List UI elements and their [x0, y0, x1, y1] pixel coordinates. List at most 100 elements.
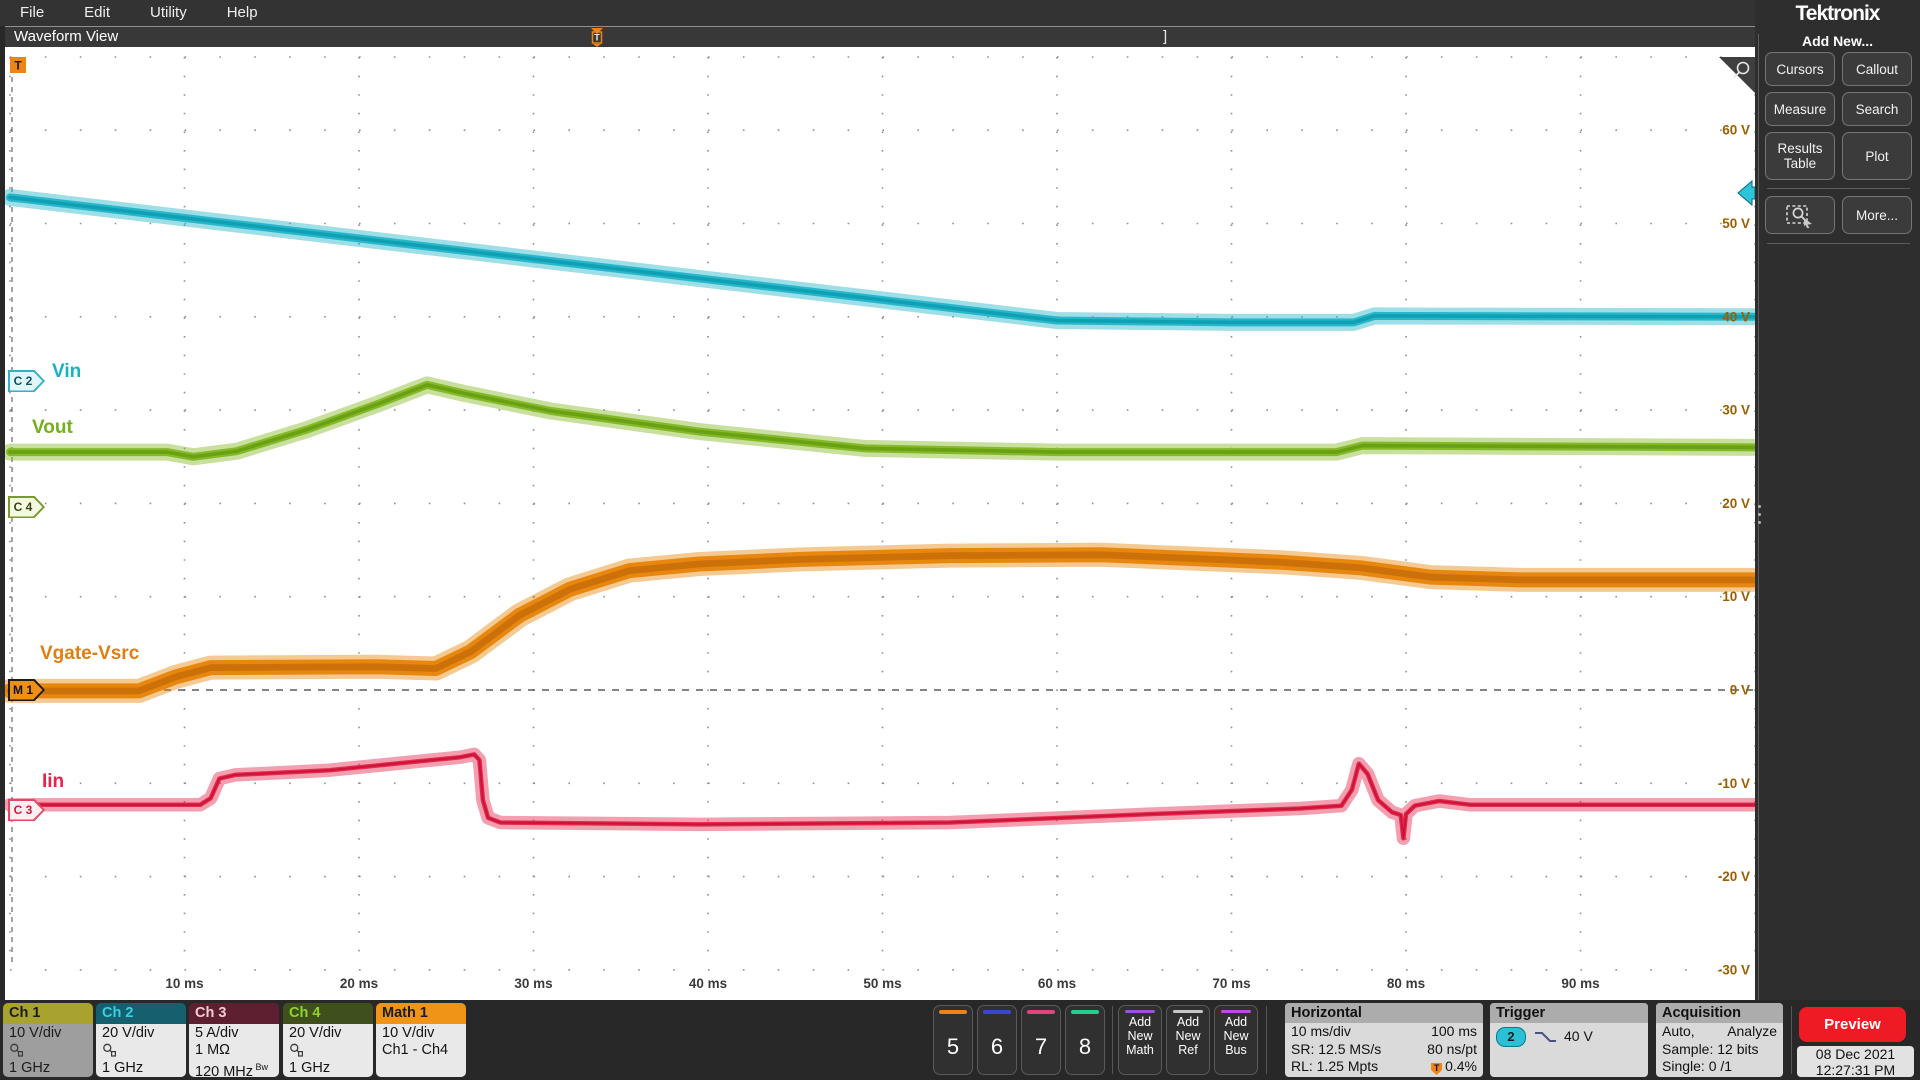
trace-vin	[5, 188, 1755, 331]
zoom-region-button[interactable]	[1765, 196, 1835, 234]
menu-item-utility[interactable]: Utility	[130, 0, 207, 26]
channel-badge-settings: 20 V/div 1 GHz	[283, 1024, 373, 1077]
tektronix-logo: Tektronix	[1795, 2, 1881, 25]
slot-color-stripe	[983, 1010, 1011, 1014]
bottom-bar-divider	[1266, 1006, 1267, 1074]
waveform-display[interactable]: T 60 V 50 V 40 V 30 V 20 V 10 V 0 V -10 V -20 V -3…	[5, 47, 1755, 1000]
trace-name-vin: Vin	[52, 361, 82, 382]
horizontal-panel-header: Horizontal	[1285, 1003, 1483, 1023]
add-new-label-line: Add	[1128, 1015, 1152, 1029]
date-label: 08 Dec 2021	[1815, 1046, 1896, 1062]
add-new-bus-button[interactable]: Add New Bus	[1214, 1005, 1258, 1075]
acquisition-value-right: Analyze	[1727, 1023, 1777, 1039]
waveform-slot-button-8[interactable]: 8	[1065, 1005, 1105, 1075]
add-new-ref-button[interactable]: Add New Ref	[1166, 1005, 1210, 1075]
datetime-display[interactable]: 08 Dec 2021 12:27:31 PM	[1797, 1046, 1914, 1077]
channel-setting-row	[289, 1042, 373, 1060]
y-tick-label: 40 V	[1722, 309, 1750, 324]
draw-a-box-zoom-icon[interactable]	[1719, 57, 1755, 93]
trace-name-vout: Vout	[32, 417, 73, 438]
y-tick-label: 0 V	[1730, 683, 1750, 698]
waveform-slot-button-5[interactable]: 5	[933, 1005, 973, 1075]
trace-name-iin: Iin	[42, 771, 65, 792]
y-tick-label: -20 V	[1718, 869, 1750, 884]
channel-marker-m1[interactable]: M 1	[8, 679, 45, 701]
channel-badge-math1[interactable]: Math 1 10 V/div Ch1 - Ch4	[376, 1003, 466, 1077]
slot-number: 7	[1034, 1034, 1048, 1059]
channel-badge-settings: 10 V/div 1 GHz	[3, 1024, 93, 1077]
channel-setting-row: 20 V/div	[289, 1025, 342, 1041]
add-new-label-line: New	[1175, 1029, 1201, 1043]
slot-number: 8	[1078, 1034, 1092, 1059]
right-sidebar: Tektronix Add New... Cursors Callout Measu…	[1755, 0, 1920, 1000]
trigger-level-value: 40 V	[1564, 1028, 1593, 1045]
channel-marker-c2[interactable]: C 2	[8, 370, 45, 392]
acquisition-panel[interactable]: Acquisition Auto, Analyze Sample: 12 bits Si…	[1656, 1003, 1783, 1077]
channel-setting-row: 1 MΩ	[195, 1042, 231, 1058]
svg-text:T: T	[14, 59, 22, 73]
waveform-view-title: Waveform View	[14, 28, 119, 45]
horizontal-value-right: T 0.4%	[1431, 1058, 1477, 1076]
channel-badge-title: Math 1	[376, 1003, 466, 1024]
y-tick-label: -10 V	[1718, 776, 1750, 791]
add-new-color-stripe	[1221, 1010, 1251, 1013]
channel-setting-row: 5 A/div	[195, 1025, 239, 1041]
slot-number: 6	[990, 1034, 1004, 1059]
x-tick-label: 40 ms	[689, 976, 727, 991]
trigger-position-marker-icon[interactable]: T	[588, 27, 606, 47]
waveform-slot-button-6[interactable]: 6	[977, 1005, 1017, 1075]
sidebar-button-cursors[interactable]: Cursors	[1765, 52, 1835, 86]
trigger-source-corner-icon: T	[10, 57, 26, 73]
channel-badge-ch2[interactable]: Ch 2 20 V/div 1 GHz	[96, 1003, 186, 1077]
acquisition-value-left: Sample: 12 bits	[1662, 1040, 1759, 1057]
channel-badge-title: Ch 1	[3, 1003, 93, 1024]
menu-item-help[interactable]: Help	[207, 0, 278, 26]
trigger-level-arrow[interactable]	[1737, 179, 1755, 207]
y-tick-label: 20 V	[1722, 496, 1750, 511]
add-new-math-button[interactable]: Add New Math	[1118, 1005, 1162, 1075]
menu-item-edit[interactable]: Edit	[64, 0, 130, 26]
channel-setting-row: 1 GHz	[289, 1060, 331, 1076]
channel-badge-settings: 10 V/div Ch1 - Ch4	[376, 1024, 466, 1077]
sidebar-button-callout[interactable]: Callout	[1842, 52, 1912, 86]
expansion-point-marker: ]	[1163, 28, 1168, 45]
channel-badge-ch4[interactable]: Ch 4 20 V/div 1 GHz	[283, 1003, 373, 1077]
horizontal-value-right: 80 ns/pt	[1427, 1040, 1477, 1057]
channel-setting-row: 20 V/div	[102, 1025, 155, 1041]
sidebar-button-measure[interactable]: Measure	[1765, 92, 1835, 126]
preview-button[interactable]: Preview	[1799, 1007, 1906, 1042]
horizontal-value-left: 10 ms/div	[1291, 1023, 1351, 1039]
channel-marker-label: C 4	[13, 500, 33, 514]
menu-item-file[interactable]: File	[0, 0, 64, 26]
sidebar-button-plot[interactable]: Plot	[1842, 132, 1912, 180]
channel-badge-title: Ch 4	[283, 1003, 373, 1024]
panel-drag-handle[interactable]	[1758, 505, 1762, 527]
channel-setting-row: 1 GHz	[102, 1060, 144, 1076]
trigger-source-badge: 2	[1496, 1027, 1526, 1047]
channel-badge-ch3[interactable]: Ch 35 A/div 1 MΩ 120 MHz Bw	[189, 1003, 279, 1077]
acquisition-value-left: Auto,	[1662, 1023, 1695, 1039]
y-tick-label: 10 V	[1722, 589, 1750, 604]
waveform-view-titlebar[interactable]: Waveform View T ]	[5, 26, 1755, 47]
sidebar-button-more[interactable]: More...	[1842, 196, 1912, 234]
channel-marker-c3[interactable]: C 3	[8, 799, 45, 821]
channel-badge-ch1[interactable]: Ch 1 10 V/div 1 GHz	[3, 1003, 93, 1077]
y-tick-label: 30 V	[1722, 403, 1750, 418]
acquisition-panel-header: Acquisition	[1656, 1003, 1783, 1023]
falling-edge-icon	[1535, 1032, 1556, 1042]
slot-color-stripe	[939, 1010, 967, 1014]
trace-vout	[5, 376, 1755, 466]
add-new-label-line: New	[1127, 1029, 1153, 1043]
channel-setting-row: 10 V/div	[9, 1025, 62, 1041]
horizontal-panel[interactable]: Horizontal 10 ms/div 100 ms SR: 12.5 MS/s 80…	[1285, 1003, 1483, 1077]
trigger-panel[interactable]: Trigger 2 40 V	[1490, 1003, 1648, 1077]
channel-marker-label: M 1	[12, 683, 33, 697]
y-tick-label: -30 V	[1718, 962, 1750, 977]
horizontal-row: RL: 1.25 Mpts T 0.4%	[1285, 1058, 1483, 1076]
bottom-bar-divider	[1791, 1006, 1792, 1074]
sidebar-button-search[interactable]: Search	[1842, 92, 1912, 126]
waveform-slot-button-7[interactable]: 7	[1021, 1005, 1061, 1075]
bottom-status-bar: Preview 08 Dec 2021 12:27:31 PM Ch 1 10 V…	[0, 1000, 1920, 1080]
sidebar-button-results-table[interactable]: Results Table	[1765, 132, 1835, 180]
channel-marker-c4[interactable]: C 4	[8, 496, 45, 518]
